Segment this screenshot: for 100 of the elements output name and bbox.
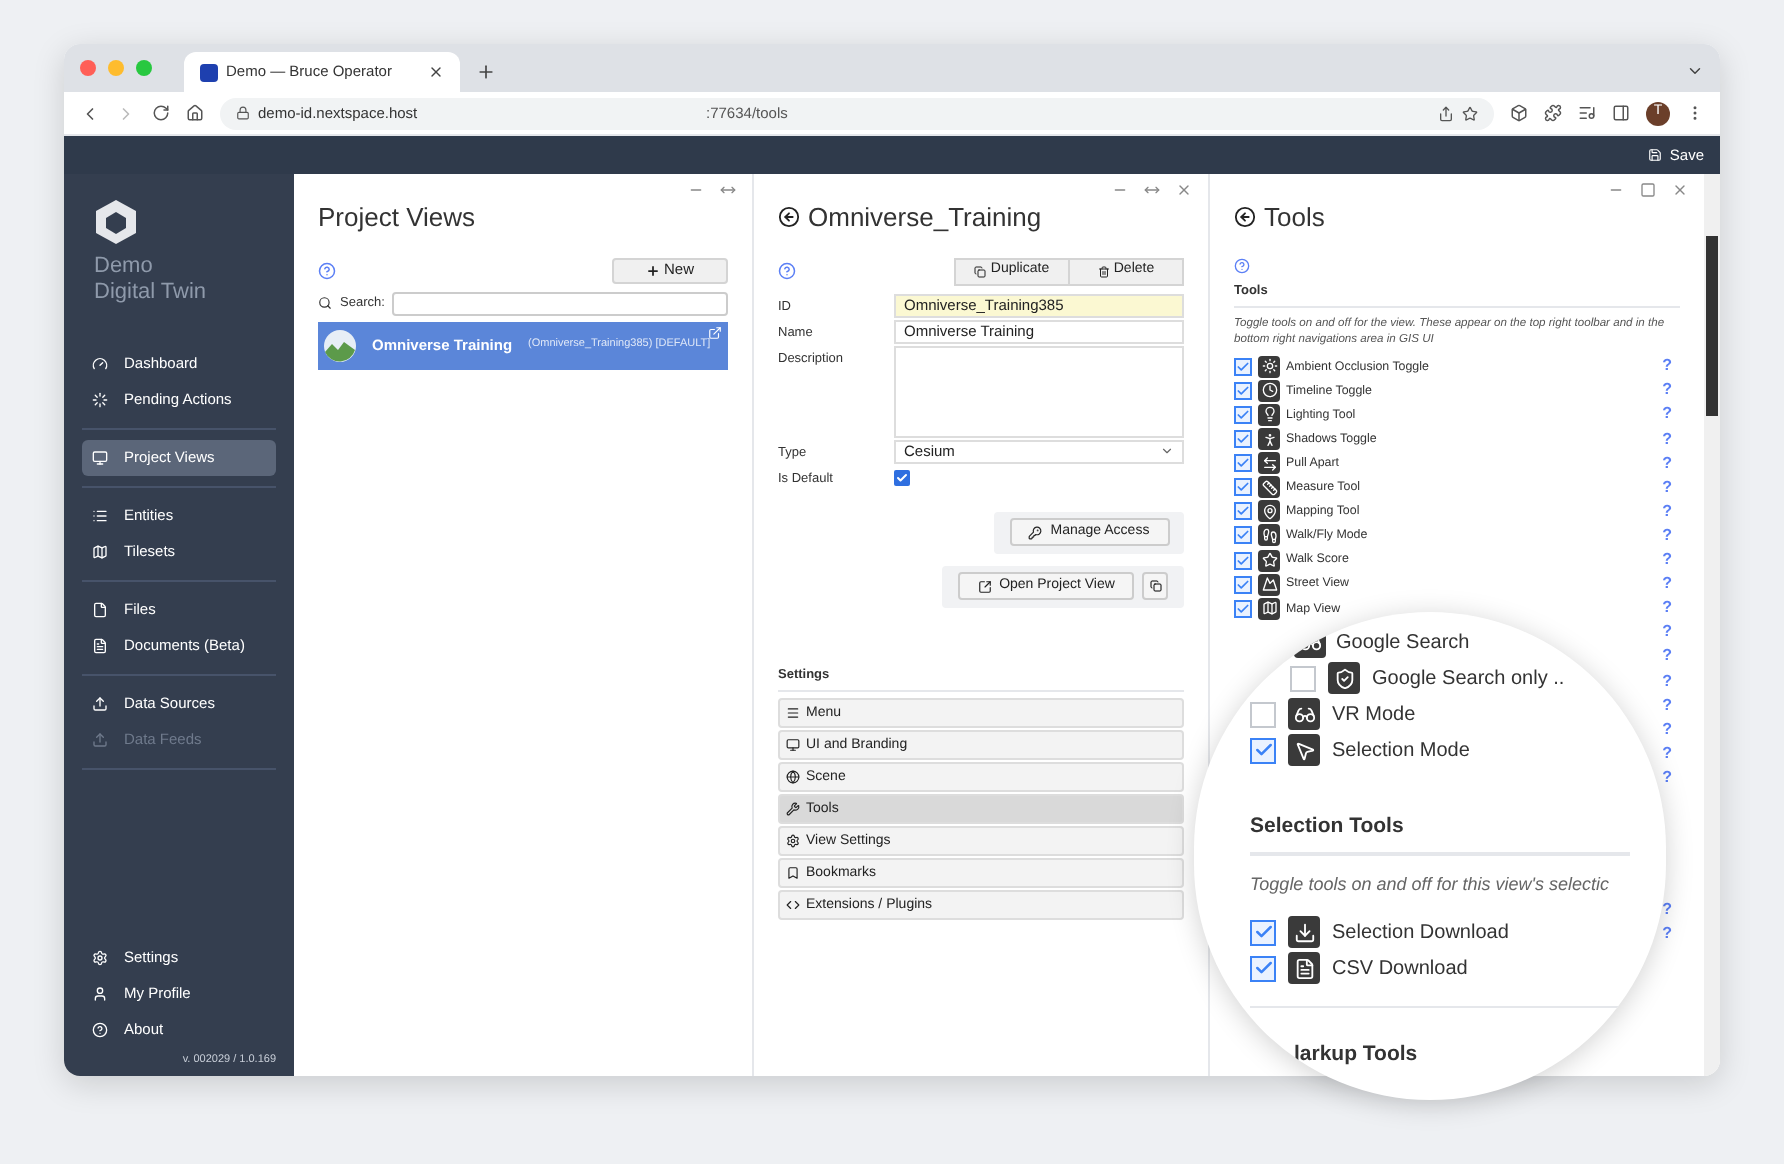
checkbox[interactable] [1234,405,1252,424]
arrows-icon [1258,452,1280,475]
scrollbar[interactable] [1704,174,1720,1076]
checkbox[interactable] [1234,551,1252,570]
search-field[interactable] [392,291,728,315]
monitor-icon [786,738,800,753]
maximize-icon[interactable] [1640,182,1656,198]
extensions-icon[interactable] [1544,104,1562,122]
panel-title: Omniverse_Training [808,200,1042,236]
help-link[interactable]: ? [1662,741,1680,766]
chevron-down-icon [1160,444,1174,458]
gear-icon [786,834,800,849]
help-link[interactable]: ? [1662,717,1680,742]
help-link[interactable]: ? [1662,596,1680,621]
selection-description: Toggle tools on and off for this view's selectic [1250,871,1611,898]
trash-icon [1097,265,1110,277]
side-panel-icon[interactable] [1612,104,1630,122]
document-icon [92,638,108,654]
panel-title: Project Views [318,200,478,236]
tool-label: Selection Mode [1332,737,1470,765]
resize-icon[interactable] [1144,182,1160,198]
help-link[interactable]: ? [1662,378,1680,403]
copy-icon [974,265,987,277]
checkbox[interactable] [1250,737,1276,763]
bookmark-star-icon[interactable] [1462,105,1478,121]
favicon-icon [200,63,218,81]
resize-icon[interactable] [720,182,736,198]
settings-icon [92,949,108,966]
copy-button[interactable] [1142,572,1168,600]
footprints-icon [1258,524,1280,547]
lightbulb-icon [1258,403,1280,426]
open-external-icon[interactable] [708,325,722,339]
help-link[interactable]: ? [1662,765,1680,790]
checkbox[interactable] [1234,599,1252,618]
help-icon[interactable] [778,262,796,280]
wrench-icon [786,802,800,817]
help-link[interactable]: ? [1662,475,1680,500]
pin-icon [1258,500,1280,523]
map-icon [92,544,108,560]
checkbox[interactable] [1234,478,1252,497]
checkbox[interactable] [1234,502,1252,521]
close-window-icon[interactable] [80,60,96,76]
checkbox[interactable] [1234,381,1252,400]
monitor-icon [92,450,108,466]
help-link[interactable]: ? [1662,523,1680,548]
back-icon[interactable] [778,206,800,229]
upload-icon [92,696,108,712]
plus-icon [645,263,660,277]
checkbox[interactable] [1250,701,1276,727]
new-tab-icon[interactable] [476,62,496,82]
reload-icon[interactable] [152,104,170,122]
list-icon [92,508,108,524]
upload-icon [92,732,108,748]
share-icon[interactable] [1438,105,1454,121]
bookmark-icon [786,866,800,881]
tool-label: Google Search only .. [1372,665,1565,693]
help-icon[interactable] [318,261,336,279]
help-link[interactable]: ? [1662,354,1680,379]
download-icon [1288,916,1320,949]
checkbox[interactable] [1250,919,1276,946]
checkbox[interactable] [1234,357,1252,376]
help-icon[interactable] [1234,257,1250,273]
help-link[interactable]: ? [1662,427,1680,452]
capture-icon[interactable] [1510,104,1528,122]
chevron-down-icon[interactable] [1686,62,1704,80]
default-checkbox[interactable] [894,469,910,485]
back-icon[interactable] [1234,206,1256,229]
media-icon[interactable] [1578,104,1596,122]
search-icon [318,296,332,310]
help-link[interactable]: ? [1662,499,1680,524]
help-icon [92,1021,108,1038]
cube-logo-icon [94,198,138,246]
home-icon[interactable] [186,104,204,122]
close-icon[interactable] [428,64,444,80]
shield-icon [1328,662,1360,694]
help-link[interactable]: ? [1662,693,1680,718]
checkbox[interactable] [1234,575,1252,594]
checkbox[interactable] [1234,454,1252,473]
checkbox[interactable] [1250,955,1276,982]
help-link[interactable]: ? [1662,548,1680,573]
help-link[interactable]: ? [1662,644,1680,669]
key-icon [1028,525,1043,539]
checkbox[interactable] [1234,526,1252,545]
copy-icon [1149,580,1161,592]
help-link[interactable]: ? [1662,620,1680,645]
sun-icon [1258,355,1280,378]
help-link[interactable]: ? [1662,897,1680,922]
tool-label: Google Search [1336,629,1470,657]
goggles-icon [1288,698,1320,730]
help-link[interactable]: ? [1662,451,1680,476]
help-link[interactable]: ? [1662,669,1680,694]
help-link[interactable]: ? [1662,402,1680,427]
file-icon [92,602,108,618]
help-link[interactable]: ? [1662,922,1680,947]
help-link[interactable]: ? [1662,572,1680,597]
star-icon [1258,549,1280,572]
checkbox[interactable] [1290,665,1316,691]
map-icon [1258,597,1280,620]
checkbox[interactable] [1234,430,1252,449]
description-field[interactable] [894,345,1184,437]
